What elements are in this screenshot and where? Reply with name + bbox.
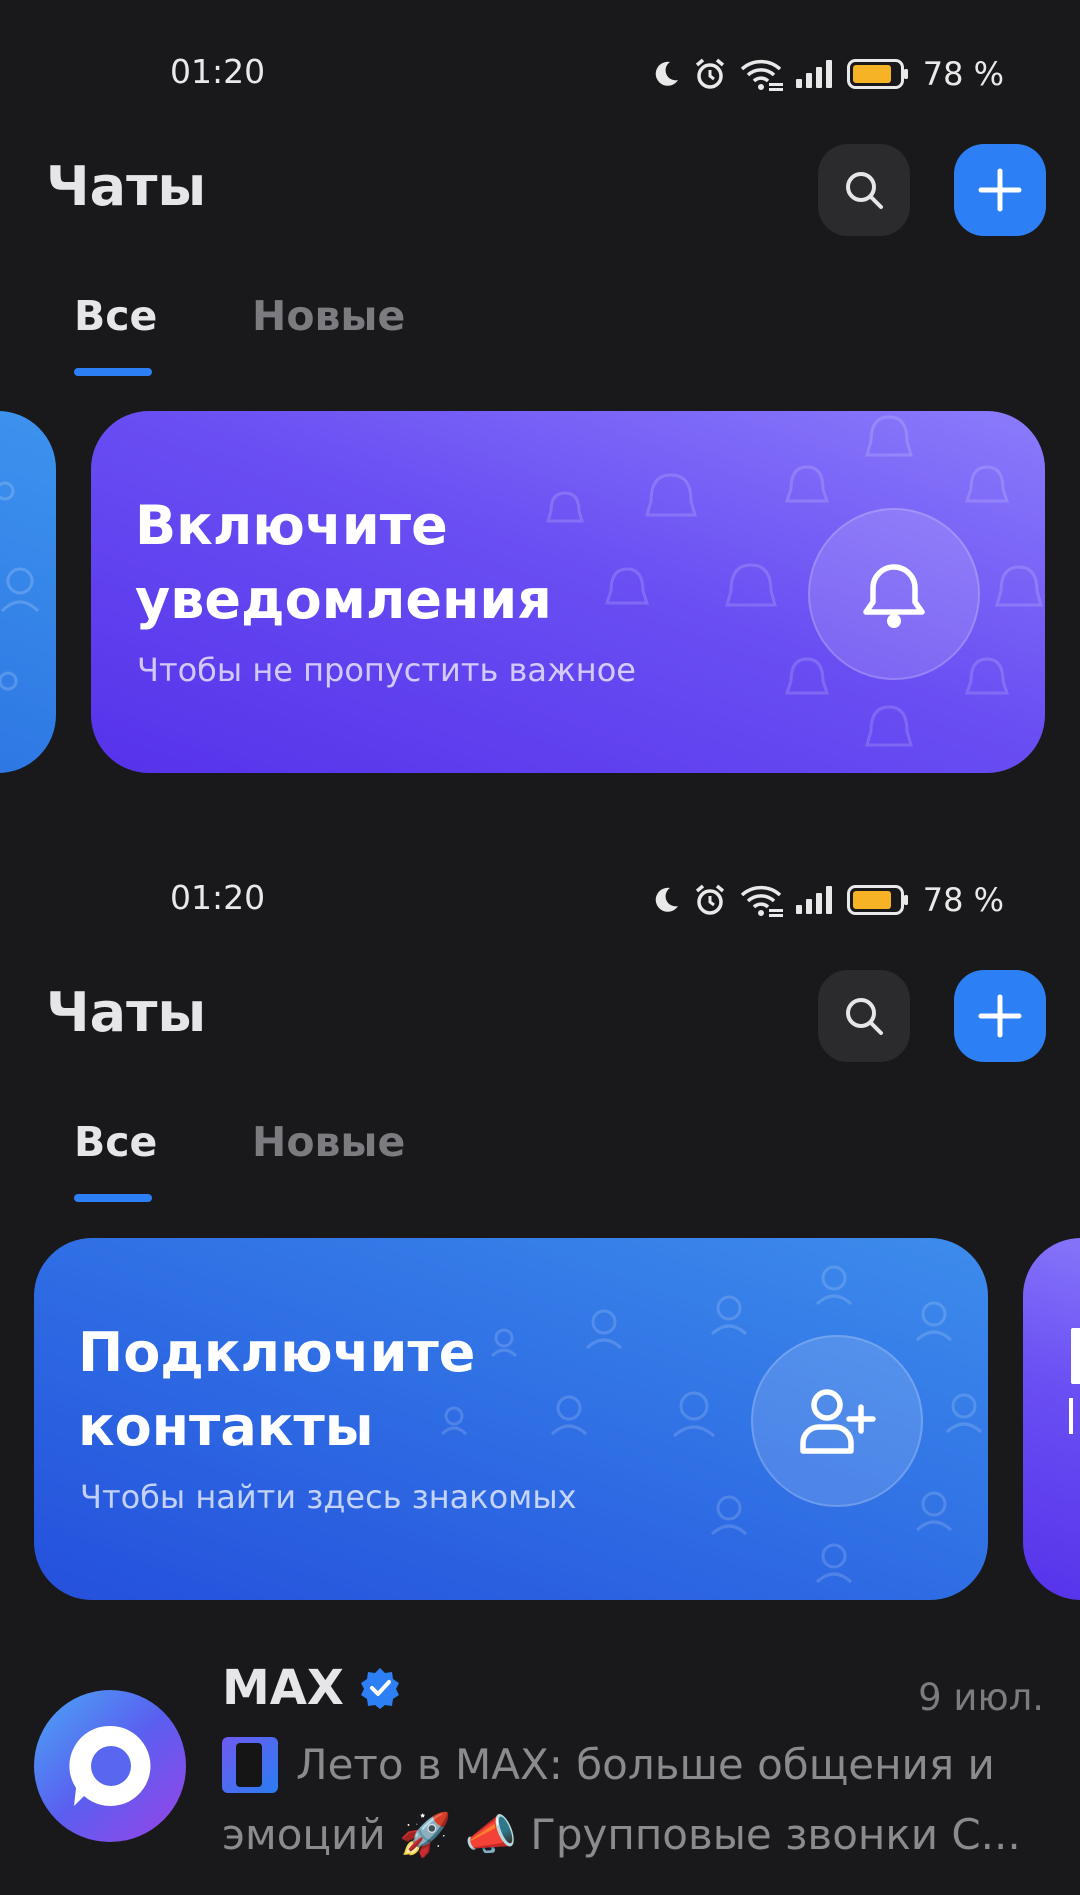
new-chat-button-2[interactable]: [954, 970, 1046, 1062]
chat-preview-text1: Лето в MAX: больше общения и: [296, 1740, 995, 1789]
chat-preview: Лето в MAX: больше общения и эмоций 🚀 📣 …: [222, 1730, 1042, 1870]
contacts-title-line1: Подключите: [78, 1321, 476, 1384]
moon-icon: [655, 61, 678, 86]
search-button-2[interactable]: [818, 970, 910, 1062]
page-title-2: Чаты: [46, 981, 207, 1044]
tab-active-indicator: [74, 368, 152, 376]
plus-icon: [978, 168, 1022, 212]
add-user-icon: [800, 1389, 876, 1454]
tab-new[interactable]: Новые: [252, 292, 405, 340]
alarm-icon: [695, 884, 724, 915]
notifications-card-edge[interactable]: [1023, 1238, 1080, 1600]
plus-icon: [978, 994, 1022, 1038]
notifications-card-title: Включите уведомления: [135, 489, 552, 637]
chat-preview-line1: Лето в MAX: больше общения и: [222, 1730, 1042, 1800]
moon-icon: [655, 887, 678, 912]
contacts-card[interactable]: Подключите контакты Чтобы найти здесь зн…: [34, 1238, 988, 1600]
status-icons-2: 78 %: [651, 876, 1004, 924]
contacts-card-edge[interactable]: [0, 411, 56, 773]
tab-all[interactable]: Все: [74, 292, 157, 340]
contacts-card-title: Подключите контакты: [78, 1316, 475, 1464]
contacts-title-line2: контакты: [78, 1395, 374, 1458]
page-title: Чаты: [46, 155, 207, 218]
status-bar: 01:20 78 %: [0, 50, 1080, 98]
title-fragment: [1071, 1328, 1080, 1384]
tab-active-indicator-2: [74, 1194, 152, 1202]
wifi-icon: [740, 59, 783, 91]
person-pattern: [0, 481, 40, 691]
chat-date: 9 июл.: [918, 1676, 1044, 1719]
notifications-title-line2: уведомления: [135, 568, 552, 631]
tab-all-2[interactable]: Все: [74, 1118, 157, 1166]
notifications-title-line1: Включите: [135, 494, 448, 557]
status-bar-2: 01:20 78 %: [0, 876, 1080, 924]
avatar[interactable]: [34, 1690, 186, 1842]
battery-percent: 78 %: [922, 55, 1004, 93]
contacts-card-subtitle: Чтобы найти здесь знакомых: [80, 1478, 577, 1516]
search-button[interactable]: [818, 144, 910, 236]
contacts-card-icon-circle[interactable]: [751, 1335, 923, 1507]
chat-preview-line2: эмоций 🚀 📣 Групповые звонки С...: [222, 1800, 1042, 1870]
battery-percent-2: 78 %: [922, 881, 1004, 919]
status-icons: 78 %: [651, 50, 1004, 98]
status-time: 01:20: [170, 52, 266, 91]
notifications-card-icon-circle[interactable]: [808, 508, 980, 680]
preview-thumbnail: [222, 1737, 278, 1793]
search-icon: [846, 172, 883, 209]
new-chat-button[interactable]: [954, 144, 1046, 236]
title-fragment-2: [1069, 1398, 1080, 1434]
status-time-2: 01:20: [170, 878, 266, 917]
chat-name-text: MAX: [222, 1660, 344, 1716]
search-icon: [846, 998, 883, 1035]
verified-badge-icon: [360, 1668, 399, 1709]
screen-top: 01:20 78 % Чаты Все Новые Включите уведо…: [0, 0, 1080, 826]
notifications-card-subtitle: Чтобы не пропустить важное: [137, 651, 636, 689]
signal-icon: [795, 886, 832, 914]
bell-icon: [863, 564, 925, 628]
alarm-icon: [695, 58, 724, 89]
chat-preview-text2: эмоций 🚀 📣 Групповые звонки С...: [222, 1810, 1021, 1859]
max-logo-icon: [69, 1725, 151, 1806]
chat-name: MAX: [222, 1660, 402, 1716]
notifications-card[interactable]: Включите уведомления Чтобы не пропустить…: [91, 411, 1045, 773]
wifi-icon: [740, 885, 783, 917]
tab-new-2[interactable]: Новые: [252, 1118, 405, 1166]
battery-icon: [846, 885, 908, 915]
signal-icon: [795, 60, 832, 88]
battery-icon: [846, 59, 908, 89]
